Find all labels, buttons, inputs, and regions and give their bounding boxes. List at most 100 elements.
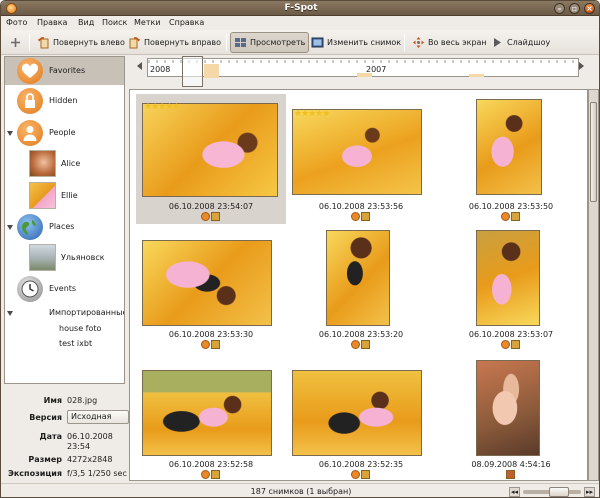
rotate-right-label: Повернуть вправо [144,38,222,47]
photo-cell[interactable]: 06.10.2008 23:52:58 [136,360,286,480]
favorites-label: Favorites [49,66,86,75]
menu-bar: Фото Правка Вид Поиск Метки Справка [1,16,599,30]
timeline-back-icon[interactable] [137,62,142,70]
add-button[interactable] [6,32,25,53]
expand-imported-icon[interactable] [7,311,13,316]
scrollbar-thumb[interactable] [590,102,597,202]
photo-date: 08.09.2008 4:54:16 [471,460,551,469]
alice-label: Alice [61,159,81,168]
window-title: F-Spot [284,3,318,13]
rotate-right-button[interactable]: Повернуть вправо [125,32,224,53]
heart-icon [17,58,43,84]
rotate-right-icon [128,36,141,49]
photo-thumbnail [476,360,540,456]
menu-view[interactable]: Вид [78,18,94,27]
close-button[interactable]: × [584,3,595,14]
photo-date: 06.10.2008 23:53:07 [468,330,554,339]
title-bar[interactable]: F-Spot – ▫ × [1,1,599,16]
edit-photo-label: Изменить снимок [327,38,402,47]
photo-thumbnail [292,109,422,195]
photo-cell[interactable]: ★★★★★ 06.10.2008 23:54:07 [136,94,286,224]
ellie-thumbnail [29,182,56,209]
events-label: Events [49,284,77,293]
photo-cell[interactable]: 06.10.2008 23:52:35 [286,360,436,480]
photo-cell[interactable]: ★★★★★ 06.10.2008 23:53:56 [286,94,436,224]
tag-sidebar: Favorites Hidden People Alice Ellie Plac… [4,56,125,384]
sidebar-item-ellie[interactable]: Ellie [5,181,124,211]
photo-grid: ★★★★★ 06.10.2008 23:54:07 ★★★★★ 06.10.20… [129,89,588,481]
photo-tags [201,340,221,349]
places-label: Places [49,222,75,231]
edit-photo-button[interactable]: Изменить снимок [308,32,404,53]
sidebar-item-house-foto[interactable]: house foto [5,322,124,336]
sidebar-item-city[interactable]: Ульяновск [5,243,124,273]
date-value-date: 06.10.2008 [67,432,113,441]
exposure-value: f/3,5 1/250 sec [67,469,127,478]
photo-thumbnail [476,230,540,326]
photo-cell[interactable]: 06.10.2008 23:53:50 [436,94,586,224]
photo-tags [501,340,521,349]
rotate-left-button[interactable]: Повернуть влево [34,32,128,53]
timeline-track[interactable]: 2008 2007 [147,58,579,78]
menu-tags[interactable]: Метки [134,18,161,27]
expand-people-icon[interactable] [7,131,13,136]
date-value-time: 23:54 [67,442,91,451]
grid-scrollbar[interactable] [588,89,599,481]
photo-cell[interactable]: 06.10.2008 23:53:20 [286,230,436,360]
photo-thumbnail [326,230,390,326]
timeline-forward-icon[interactable] [579,62,584,70]
menu-photo[interactable]: Фото [6,18,27,27]
rating-stars: ★★★★★ [294,109,330,119]
clock-icon [17,276,43,302]
people-label: People [49,128,76,137]
house-foto-label: house foto [59,324,102,333]
name-key: Имя [43,396,62,405]
timeline[interactable]: 2008 2007 [135,56,585,87]
photo-date: 06.10.2008 23:54:07 [168,202,254,211]
menu-search[interactable]: Поиск [102,18,127,27]
photo-tags [506,470,526,479]
sidebar-item-alice[interactable]: Alice [5,149,124,179]
rotate-left-label: Повернуть влево [53,38,125,47]
photo-tags [351,470,371,479]
minimize-button[interactable]: – [554,3,565,14]
sidebar-item-test-ixbt[interactable]: test ixbt [5,337,124,351]
lock-icon [17,88,43,114]
timeline-ticks [148,60,574,78]
expand-places-icon[interactable] [7,225,13,230]
timeline-selection-window[interactable] [182,56,203,87]
photo-date: 06.10.2008 23:52:35 [318,460,404,469]
sidebar-item-imported[interactable]: Импортированные [5,306,124,320]
version-select[interactable]: Исходная [67,410,129,424]
photo-cell[interactable]: 06.10.2008 23:53:07 [436,230,586,360]
sidebar-item-hidden[interactable]: Hidden [5,87,124,115]
fullscreen-button[interactable]: Во весь экран [409,32,490,53]
photo-thumbnail [142,240,272,326]
zoom-knob[interactable] [549,487,569,497]
photo-cell[interactable]: 08.09.2008 4:54:16 [436,360,586,480]
menu-help[interactable]: Справка [169,18,204,27]
size-key: Размер [28,455,62,464]
plus-icon [9,36,22,49]
photo-cell[interactable]: 06.10.2008 23:53:30 [136,230,286,360]
zoom-in-icon[interactable]: ▸▸ [584,487,595,497]
menu-edit[interactable]: Правка [37,18,67,27]
test-ixbt-label: test ixbt [59,339,93,348]
city-thumbnail [29,244,56,271]
zoom-slider[interactable]: ◂◂ ▸▸ [509,486,597,497]
slideshow-button[interactable]: Слайдшоу [488,32,553,53]
photo-thumbnail [292,370,422,456]
version-key: Версия [29,413,62,422]
sidebar-item-places[interactable]: Places [5,213,124,241]
maximize-button[interactable]: ▫ [569,3,580,14]
sidebar-item-people[interactable]: People [5,119,124,147]
play-icon [491,36,504,49]
hidden-label: Hidden [49,96,78,105]
zoom-out-icon[interactable]: ◂◂ [509,487,520,497]
size-value: 4272x2848 [67,455,113,464]
sidebar-item-favorites[interactable]: Favorites [5,57,124,85]
timeline-year-2008: 2008 [150,65,171,74]
sidebar-item-events[interactable]: Events [5,275,124,303]
view-button[interactable]: Просмотреть [230,32,310,53]
photo-date: 06.10.2008 23:53:50 [468,202,554,211]
